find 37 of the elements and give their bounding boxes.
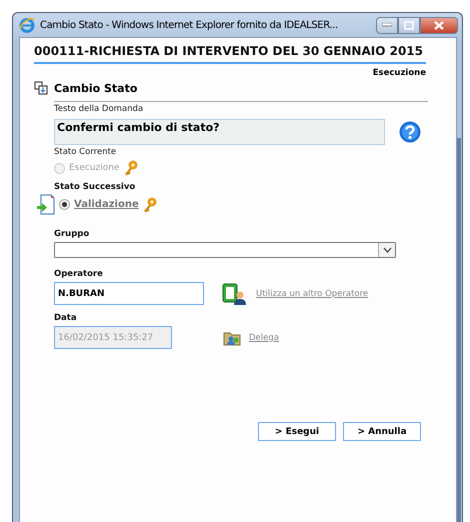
action-button[interactable]: > Annulla [343,422,421,441]
maximize-button[interactable] [398,16,420,34]
radio-button[interactable] [59,199,70,210]
page-title: 000111-RICHIESTA DI INTERVENTO DEL 30 GENNAIO 2015 [34,44,424,58]
section-title: Cambio Stato [54,82,138,94]
scrollbar[interactable] [457,138,461,522]
group-dropdown[interactable] [54,242,396,258]
window-title: Cambio Stato - Windows Internet Explorer fornito da IDEALSER... [40,20,339,30]
minimize-button[interactable] [376,16,398,34]
field-label: Stato Successivo [54,182,136,192]
folder-users-icon [224,332,240,345]
state-change-icon [34,81,48,95]
close-icon [434,20,444,30]
question-text: Confermi cambio di stato? [54,119,385,145]
radio-label: Esecuzione [69,163,120,173]
chevron-down-icon [382,247,392,253]
status-label: Esecuzione [372,68,426,78]
folder-users-icon[interactable] [223,330,241,346]
user-card-icon[interactable] [222,282,246,304]
action-button[interactable]: > Esegui [258,422,336,441]
browser-icon [19,17,35,33]
key-icon [142,196,157,212]
field-label: Gruppo [54,229,90,239]
key-icon [124,160,138,176]
close-button[interactable] [420,16,458,34]
field-label: Stato Corrente [54,147,118,157]
state-link[interactable]: Validazione [74,199,139,210]
alternate-operator-link[interactable]: Utilizza un altro Operatore [256,288,368,298]
user-card-icon [222,283,246,304]
field-label: Testo della Domanda [54,104,144,114]
field-label: Operatore [54,269,104,279]
help-icon[interactable] [399,121,421,143]
document-arrow-icon [37,194,55,215]
maximize-icon [404,20,414,30]
operator-field[interactable]: N.BURAN [54,282,204,305]
field-label: Data [54,313,78,323]
minimize-icon [382,23,392,27]
